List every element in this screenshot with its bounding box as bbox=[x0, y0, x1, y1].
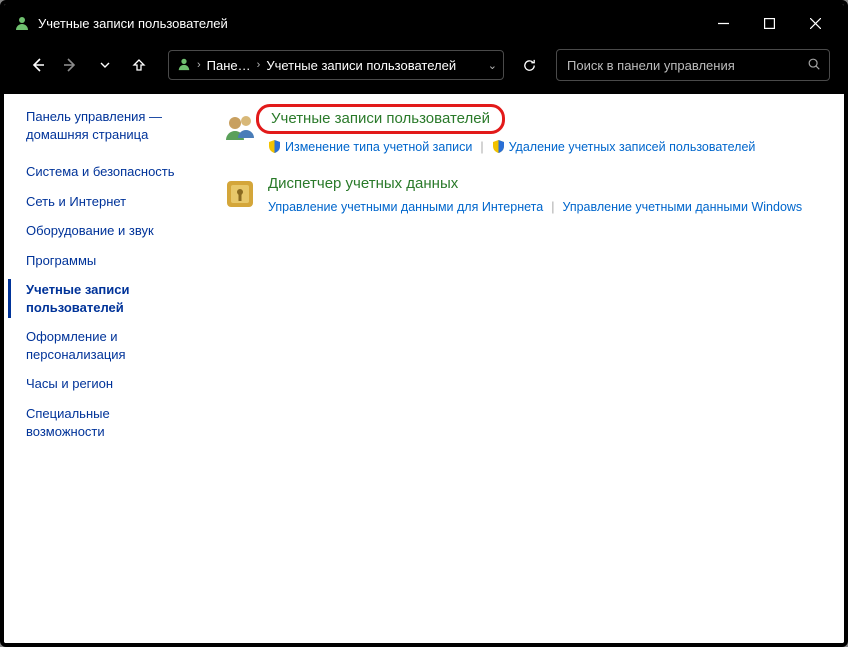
maximize-button[interactable] bbox=[746, 7, 792, 39]
back-button[interactable] bbox=[22, 50, 52, 80]
user-accounts-heading[interactable]: Учетные записи пользователей bbox=[256, 104, 505, 134]
sidebar-item-hardware-sound[interactable]: Оборудование и звук bbox=[26, 216, 204, 246]
user-accounts-sublinks: Изменение типа учетной записи | Удаление… bbox=[268, 138, 755, 157]
window-frame: Учетные записи пользователей › bbox=[0, 0, 848, 647]
user-accounts-heading-label: Учетные записи пользователей bbox=[271, 110, 490, 127]
search-icon[interactable] bbox=[807, 57, 821, 74]
sidebar-item-programs[interactable]: Программы bbox=[26, 246, 204, 276]
sidebar-item-accessibility[interactable]: Специальные возможности bbox=[26, 399, 204, 446]
sidebar-item-user-accounts[interactable]: Учетные записи пользователей bbox=[26, 275, 204, 322]
titlebar: Учетные записи пользователей bbox=[4, 4, 844, 42]
sidebar-item-system-security[interactable]: Система и безопасность bbox=[26, 157, 204, 187]
chevron-right-icon: › bbox=[197, 59, 201, 71]
body: Панель управления — домашняя страница Си… bbox=[4, 94, 844, 643]
sidebar-item-clock-region[interactable]: Часы и регион bbox=[26, 369, 204, 399]
user-accounts-category-icon bbox=[222, 110, 258, 146]
shield-icon bbox=[268, 140, 281, 153]
breadcrumb[interactable]: › Пане… › Учетные записи пользователей ⌄ bbox=[168, 50, 504, 80]
link-label: Управление учетными данными Windows bbox=[562, 198, 802, 217]
recent-locations-button[interactable] bbox=[90, 50, 120, 80]
up-button[interactable] bbox=[124, 50, 154, 80]
credential-manager-sublinks: Управление учетными данными для Интернет… bbox=[268, 198, 802, 217]
shield-icon bbox=[492, 140, 505, 153]
search-input[interactable] bbox=[565, 57, 807, 74]
forward-button[interactable] bbox=[56, 50, 86, 80]
change-account-type-link[interactable]: Изменение типа учетной записи bbox=[268, 138, 472, 157]
refresh-button[interactable] bbox=[514, 50, 544, 80]
manage-web-credentials-link[interactable]: Управление учетными данными для Интернет… bbox=[268, 198, 543, 217]
chevron-down-icon[interactable]: ⌄ bbox=[488, 59, 497, 72]
sidebar-item-appearance[interactable]: Оформление и персонализация bbox=[26, 322, 204, 369]
breadcrumb-current[interactable]: Учетные записи пользователей bbox=[266, 58, 456, 73]
search-box[interactable] bbox=[556, 49, 830, 81]
user-accounts-icon bbox=[177, 57, 191, 74]
manage-windows-credentials-link[interactable]: Управление учетными данными Windows bbox=[562, 198, 802, 217]
category-user-accounts: Учетные записи пользователей Изменение т… bbox=[222, 108, 824, 156]
credential-manager-icon bbox=[222, 176, 258, 212]
link-label: Управление учетными данными для Интернет… bbox=[268, 198, 543, 217]
remove-user-accounts-link[interactable]: Удаление учетных записей пользователей bbox=[492, 138, 756, 157]
user-accounts-icon bbox=[14, 15, 30, 31]
category-credential-manager: Диспетчер учетных данных Управление учет… bbox=[222, 174, 824, 216]
credential-manager-heading[interactable]: Диспетчер учетных данных bbox=[268, 174, 458, 194]
navbar: › Пане… › Учетные записи пользователей ⌄ bbox=[4, 42, 844, 94]
chevron-right-icon: › bbox=[257, 59, 261, 71]
minimize-button[interactable] bbox=[700, 7, 746, 39]
separator: | bbox=[480, 138, 483, 157]
link-label: Удаление учетных записей пользователей bbox=[509, 138, 756, 157]
content-area: Учетные записи пользователей Изменение т… bbox=[204, 94, 844, 643]
close-button[interactable] bbox=[792, 7, 838, 39]
breadcrumb-root[interactable]: Пане… bbox=[207, 58, 251, 73]
link-label: Изменение типа учетной записи bbox=[285, 138, 472, 157]
control-panel-home-link[interactable]: Панель управления — домашняя страница bbox=[26, 108, 204, 143]
sidebar-item-network-internet[interactable]: Сеть и Интернет bbox=[26, 187, 204, 217]
separator: | bbox=[551, 198, 554, 217]
sidebar: Панель управления — домашняя страница Си… bbox=[4, 94, 204, 643]
window-title: Учетные записи пользователей bbox=[38, 16, 700, 31]
